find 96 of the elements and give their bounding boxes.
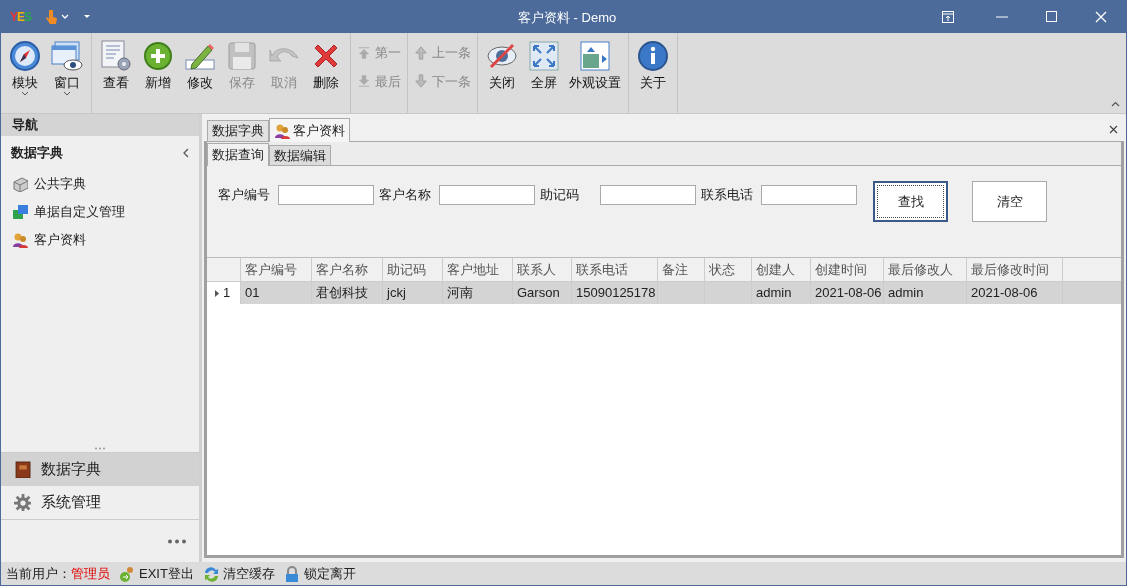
chevron-down-icon[interactable]	[61, 13, 70, 20]
column-header[interactable]: 客户编号	[241, 258, 312, 281]
close-icon[interactable]	[1095, 10, 1107, 23]
toolbar-button[interactable]: 修改	[179, 40, 221, 91]
toolbar-button[interactable]: 新增	[137, 40, 179, 91]
column-header[interactable]: 备注	[658, 258, 705, 281]
overlapping-squares-icon	[12, 204, 28, 220]
table-cell: 01	[241, 282, 312, 304]
table-cell: 15090125178	[572, 282, 658, 304]
people-icon	[12, 232, 28, 248]
nav-item[interactable]: 单据自定义管理	[1, 198, 199, 226]
document-tab[interactable]: 数据字典	[207, 120, 269, 141]
column-header[interactable]: 状态	[705, 258, 752, 281]
row-number: 1	[223, 284, 231, 303]
table-cell: admin	[884, 282, 967, 304]
column-header[interactable]: 创建时间	[811, 258, 884, 281]
table-cell: 河南	[443, 282, 513, 304]
column-header[interactable]: 最后修改人	[884, 258, 967, 281]
input-field[interactable]	[761, 185, 857, 205]
row-pointer-icon	[215, 289, 219, 297]
view-tab[interactable]: 数据编辑	[269, 145, 331, 165]
windows-with-eye-icon	[51, 40, 83, 72]
status-action-button[interactable]: 清空缓存	[202, 563, 275, 584]
document-tab[interactable]: 客户资料	[269, 118, 350, 142]
arrow-down-icon	[414, 74, 428, 89]
collapse-icon[interactable]	[182, 148, 189, 158]
action-button[interactable]: 清空	[972, 181, 1047, 222]
compass-icon	[9, 40, 41, 72]
caret-down-icon[interactable]	[83, 14, 92, 19]
arrow-up-icon	[414, 45, 428, 60]
action-button[interactable]: 查找	[873, 181, 948, 222]
padlock-icon	[283, 565, 300, 582]
window-title: 客户资料 - Demo	[518, 9, 617, 27]
view-tab[interactable]: 数据查询	[207, 143, 269, 166]
toolbar-button[interactable]: 窗口	[46, 40, 88, 96]
more-icon[interactable]	[167, 538, 187, 544]
input-field[interactable]	[600, 185, 696, 205]
field-label: 联系电话	[701, 186, 754, 205]
table-cell: 君创科技	[312, 282, 383, 304]
column-header[interactable]: 联系电话	[572, 258, 658, 281]
column-header[interactable]: 创建人	[752, 258, 811, 281]
table-cell: 2021-08-06	[967, 282, 1063, 304]
chevron-down-icon	[63, 91, 71, 96]
layout-panels-icon	[579, 40, 611, 72]
maximize-icon[interactable]	[1046, 11, 1057, 22]
field-label: 客户名称	[379, 186, 432, 205]
close-tab-icon[interactable]	[1109, 125, 1118, 134]
cube-icon	[12, 176, 28, 192]
toolbar-button[interactable]: 删除	[305, 40, 347, 91]
table-cell: admin	[752, 282, 811, 304]
arrow-to-top-icon	[357, 45, 371, 60]
expand-arrows-icon	[528, 40, 560, 72]
refresh-arrows-icon	[202, 565, 219, 582]
toolbar-button[interactable]: 模块	[4, 40, 46, 96]
restore-ribbon-icon[interactable]	[942, 10, 954, 23]
document-with-gear-icon	[100, 40, 132, 72]
table-cell: 2021-08-06	[811, 282, 884, 304]
gear-icon	[14, 494, 31, 511]
field-label: 助记码	[540, 186, 580, 205]
input-field[interactable]	[439, 185, 535, 205]
table-cell: Garson	[513, 282, 572, 304]
minimize-icon[interactable]	[996, 15, 1008, 18]
table-cell: jckj	[383, 282, 443, 304]
field-label: 客户编号	[218, 186, 271, 205]
plus-circle-icon	[142, 40, 174, 72]
arrow-to-bottom-icon	[357, 74, 371, 89]
toolbar-button[interactable]: 关于	[632, 40, 674, 91]
column-header[interactable]: 客户地址	[443, 258, 513, 281]
pane-header: 导航	[1, 114, 199, 136]
input-field[interactable]	[278, 185, 374, 205]
nav-panel-button[interactable]: 数据字典	[1, 453, 199, 486]
splitter-grip-icon[interactable]	[94, 447, 106, 450]
status-text: 当前用户：	[6, 564, 71, 583]
column-header[interactable]: 联系人	[513, 258, 572, 281]
section-title: 数据字典	[11, 144, 63, 163]
toolbar-button[interactable]: 关闭	[481, 40, 523, 91]
person-exit-icon	[119, 565, 135, 582]
nav-item[interactable]: 公共字典	[1, 170, 199, 198]
column-header[interactable]: 最后修改时间	[967, 258, 1063, 281]
status-action-button[interactable]: 锁定离开	[283, 563, 356, 584]
nav-item[interactable]: 客户资料	[1, 226, 199, 254]
people-icon	[274, 122, 290, 139]
app-logo: YES	[10, 8, 32, 26]
toolbar-button[interactable]: 外观设置	[565, 40, 625, 91]
table-row[interactable]: 1 01 君创科技 jckj 河南 Garson 15090125178 admin 2021-08-06 admin 2021-08-06	[207, 282, 1121, 304]
current-user: 管理员	[71, 564, 110, 583]
nav-panel-button[interactable]: 系统管理	[1, 486, 199, 519]
collapse-ribbon-icon[interactable]	[1111, 101, 1120, 107]
info-icon	[637, 40, 669, 72]
toolbar-button[interactable]: 全屏	[523, 40, 565, 91]
toolbar-button[interactable]: 查看	[95, 40, 137, 91]
column-header[interactable]: 助记码	[383, 258, 443, 281]
book-icon	[14, 461, 31, 478]
chevron-down-icon	[21, 91, 29, 96]
column-header[interactable]: 客户名称	[312, 258, 383, 281]
status-action-button[interactable]: EXIT登出	[119, 563, 194, 584]
